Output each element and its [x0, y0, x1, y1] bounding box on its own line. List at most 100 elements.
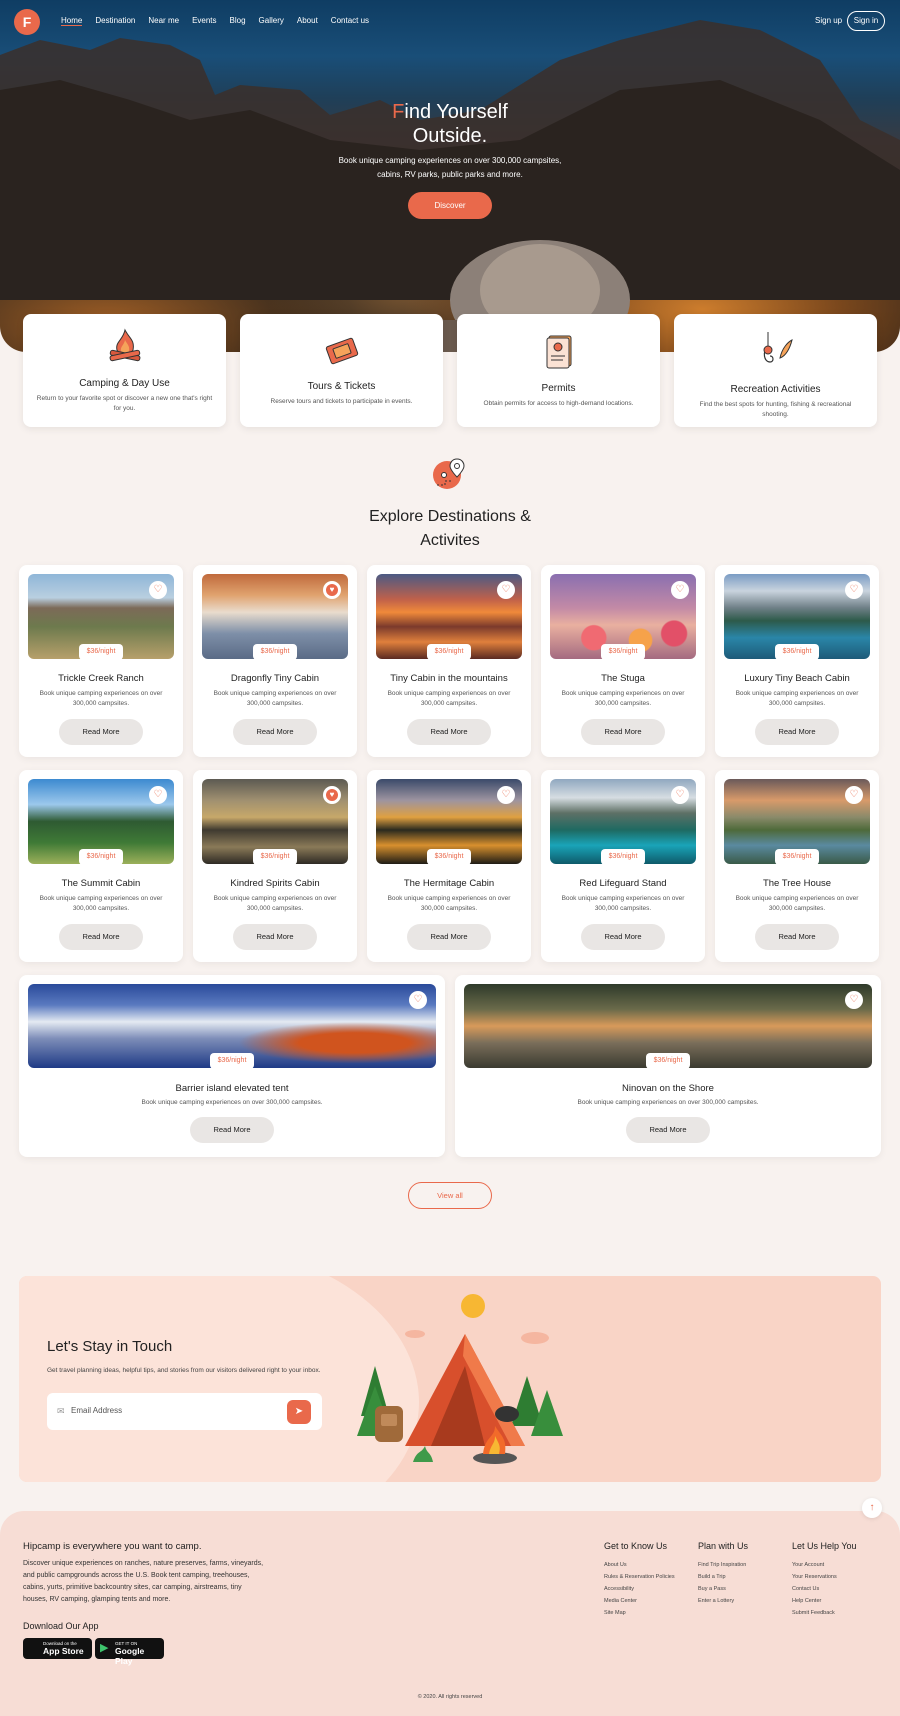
footer-column-title: Get to Know Us — [604, 1541, 668, 1551]
signin-button[interactable]: Sign in — [847, 11, 885, 31]
nav-link-blog[interactable]: Blog — [230, 16, 246, 26]
destination-name: Tiny Cabin in the mountains — [390, 673, 508, 684]
read-more-button[interactable]: Read More — [59, 719, 143, 745]
favorite-heart-icon[interactable]: ♥ — [323, 581, 341, 599]
favorite-heart-icon[interactable]: ♡ — [497, 581, 515, 599]
read-more-button[interactable]: Read More — [407, 924, 491, 950]
ticket-icon — [325, 337, 359, 365]
read-more-button[interactable]: Read More — [233, 924, 317, 950]
destination-desc: Book unique camping experiences on over … — [387, 690, 511, 707]
destination-desc: Book unique camping experiences on over … — [213, 895, 337, 912]
footer-link[interactable]: Your Reservations — [792, 1571, 857, 1583]
email-field[interactable]: ✉ Email Address ➤ — [47, 1393, 322, 1430]
footer-link[interactable]: Contact Us — [792, 1583, 857, 1595]
favorite-heart-icon[interactable]: ♡ — [845, 786, 863, 804]
feature-desc: Obtain permits for access to high-demand… — [483, 400, 634, 407]
read-more-button[interactable]: Read More — [233, 719, 317, 745]
footer-link[interactable]: Accessibility — [604, 1583, 675, 1595]
download-app-title: Download Our App — [23, 1621, 99, 1631]
nav-link-destination[interactable]: Destination — [95, 16, 135, 26]
footer-link[interactable]: Site Map — [604, 1607, 675, 1619]
destination-card[interactable]: ♡ $36/night Red Lifeguard Stand Book uni… — [541, 770, 705, 962]
google-play-badge[interactable]: ▶ GET IT ON Google Play — [95, 1638, 164, 1666]
footer-link[interactable]: Rules & Reservation Policies — [604, 1571, 675, 1583]
envelope-icon: ✉ — [57, 1406, 65, 1416]
read-more-button[interactable]: Read More — [59, 924, 143, 950]
app-store-badge[interactable]: Download on the App Store — [23, 1638, 92, 1659]
nav-link-gallery[interactable]: Gallery — [259, 16, 284, 26]
footer-link[interactable]: Find Trip Inspiration — [698, 1559, 748, 1571]
footer-link[interactable]: Media Center — [604, 1595, 675, 1607]
signup-link[interactable]: Sign up — [815, 16, 842, 25]
feature-title: Permits — [541, 383, 576, 394]
read-more-button[interactable]: Read More — [626, 1117, 710, 1143]
favorite-heart-icon[interactable]: ♡ — [845, 581, 863, 599]
footer-link[interactable]: Your Account — [792, 1559, 857, 1571]
map-pin-icon — [433, 458, 465, 489]
footer-link[interactable]: About Us — [604, 1559, 675, 1571]
read-more-button[interactable]: Read More — [190, 1117, 274, 1143]
read-more-button[interactable]: Read More — [581, 719, 665, 745]
destination-card[interactable]: ♡ $36/night The Stuga Book unique campin… — [541, 565, 705, 757]
destination-card[interactable]: ♥ $36/night Kindred Spirits Cabin Book u… — [193, 770, 357, 962]
nav-link-events[interactable]: Events — [192, 16, 216, 26]
favorite-heart-icon[interactable]: ♡ — [149, 786, 167, 804]
hero-section: F Home Destination Near me Events Blog G… — [0, 0, 900, 352]
favorite-heart-icon[interactable]: ♡ — [671, 786, 689, 804]
nav-link-about[interactable]: About — [297, 16, 318, 26]
hero-subtitle: Book unique camping experiences on over … — [338, 156, 562, 179]
read-more-button[interactable]: Read More — [407, 719, 491, 745]
feature-desc: Return to your favorite spot or discover… — [36, 395, 213, 412]
destination-name: Luxury Tiny Beach Cabin — [744, 673, 850, 684]
discover-button[interactable]: Discover — [408, 192, 492, 219]
camping-illustration — [357, 1294, 563, 1464]
view-all-button[interactable]: View all — [408, 1182, 492, 1209]
campfire-icon — [109, 328, 141, 362]
destination-card[interactable]: ♡ $36/night The Summit Cabin Book unique… — [19, 770, 183, 962]
favorite-heart-icon[interactable]: ♡ — [671, 581, 689, 599]
destination-card-wide[interactable]: ♡ $36/night Barrier island elevated tent… — [19, 975, 445, 1157]
feature-card-tours[interactable]: Tours & Tickets Reserve tours and ticket… — [240, 314, 443, 427]
read-more-button[interactable]: Read More — [581, 924, 665, 950]
brand-logo[interactable]: F — [14, 9, 40, 35]
hero-title-accent-letter: F — [392, 101, 405, 123]
favorite-heart-icon[interactable]: ♡ — [497, 786, 515, 804]
footer-link[interactable]: Buy a Pass — [698, 1583, 748, 1595]
destination-name: The Hermitage Cabin — [403, 878, 495, 889]
newsletter-subtitle: Get travel planning ideas, helpful tips,… — [47, 1367, 321, 1374]
footer-link[interactable]: Enter a Lottery — [698, 1595, 748, 1607]
favorite-heart-icon[interactable]: ♡ — [149, 581, 167, 599]
nav-link-contact[interactable]: Contact us — [331, 16, 369, 26]
footer-link[interactable]: Help Center — [792, 1595, 857, 1607]
google-play-icon: ▶ — [100, 1642, 109, 1654]
favorite-heart-icon[interactable]: ♥ — [323, 786, 341, 804]
destination-desc: Book unique camping experiences on over … — [213, 690, 337, 707]
nav-link-near-me[interactable]: Near me — [148, 16, 179, 26]
footer-link[interactable]: Submit Feedback — [792, 1607, 857, 1619]
destination-card[interactable]: ♡ $36/night Trickle Creek Ranch Book uni… — [19, 565, 183, 757]
destination-name: Red Lifeguard Stand — [579, 878, 667, 889]
feature-card-recreation[interactable]: Recreation Activities Find the best spot… — [674, 314, 877, 427]
send-button[interactable]: ➤ — [287, 1400, 311, 1424]
destination-desc: Book unique camping experiences on over … — [387, 895, 511, 912]
destination-card[interactable]: ♡ $36/night Luxury Tiny Beach Cabin Book… — [715, 565, 879, 757]
footer-link[interactable]: Build a Trip — [698, 1571, 748, 1583]
nav-link-home[interactable]: Home — [61, 16, 83, 26]
price-badge: $36/night — [601, 644, 645, 660]
destination-card[interactable]: ♡ $36/night The Tree House Book unique c… — [715, 770, 879, 962]
feature-title: Recreation Activities — [730, 384, 821, 395]
destination-card-wide[interactable]: ♡ $36/night Ninovan on the Shore Book un… — [455, 975, 881, 1157]
read-more-button[interactable]: Read More — [755, 719, 839, 745]
scroll-to-top-button[interactable]: ↑ — [862, 1498, 882, 1518]
favorite-heart-icon[interactable]: ♡ — [409, 991, 427, 1009]
destination-card[interactable]: ♥ $36/night Dragonfly Tiny Cabin Book un… — [193, 565, 357, 757]
price-badge: $36/night — [210, 1053, 254, 1069]
favorite-heart-icon[interactable]: ♡ — [845, 991, 863, 1009]
read-more-button[interactable]: Read More — [755, 924, 839, 950]
feature-card-camping[interactable]: Camping & Day Use Return to your favorit… — [23, 314, 226, 427]
destination-card[interactable]: ♡ $36/night Tiny Cabin in the mountains … — [367, 565, 531, 757]
destination-desc: Book unique camping experiences on over … — [39, 690, 163, 707]
newsletter-title: Let's Stay in Touch — [47, 1338, 173, 1355]
destination-card[interactable]: ♡ $36/night The Hermitage Cabin Book uni… — [367, 770, 531, 962]
feature-card-permits[interactable]: Permits Obtain permits for access to hig… — [457, 314, 660, 427]
